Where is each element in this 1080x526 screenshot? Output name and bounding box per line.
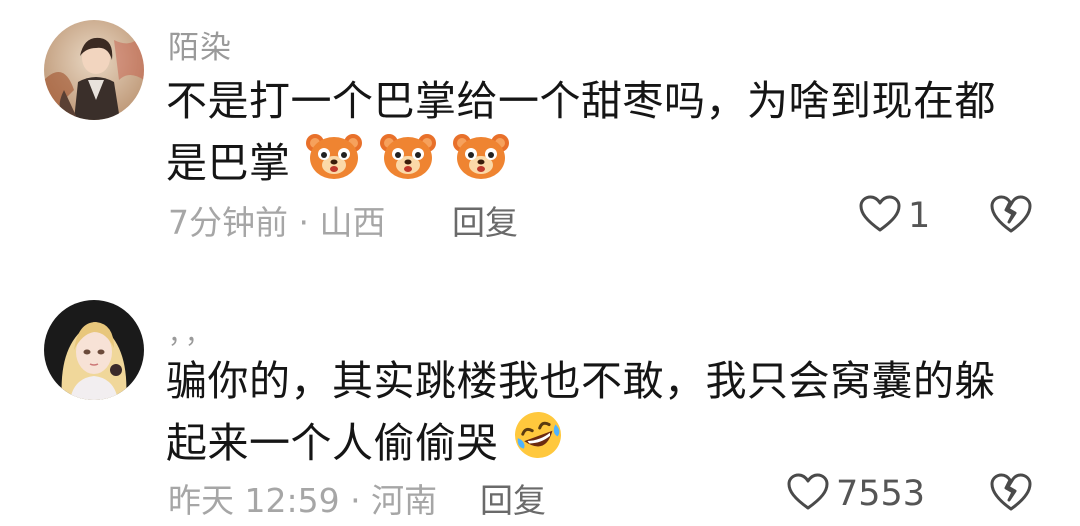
- bear-face-emoji: [378, 129, 438, 198]
- heart-icon: [858, 194, 902, 238]
- comment-time: 昨天 12:59: [168, 481, 340, 520]
- comment-time: 7分钟前: [168, 203, 288, 242]
- bear-face-emoji: [451, 129, 511, 198]
- dislike-button[interactable]: [988, 192, 1034, 240]
- comment-text: 不是打一个巴掌给一个甜枣吗，为啥到现在都是巴掌: [166, 70, 1026, 198]
- like-count: 7553: [836, 474, 926, 514]
- username[interactable]: ，，: [168, 314, 215, 351]
- meta-separator: ·: [350, 481, 361, 520]
- reply-button[interactable]: 回复: [452, 196, 518, 244]
- comment-location: 河南: [371, 481, 438, 520]
- like-button[interactable]: 1: [858, 194, 930, 238]
- comment-location: 山西: [319, 203, 386, 242]
- like-count: 1: [908, 196, 931, 236]
- heart-icon: [786, 472, 830, 516]
- like-button[interactable]: 7553: [786, 472, 925, 516]
- comment-text: 骗你的，其实跳楼我也不敢，我只会窝囊的躲起来一个人偷偷哭: [166, 350, 1026, 478]
- dislike-button[interactable]: [988, 470, 1034, 518]
- rolling-laughing-emoji: [512, 409, 564, 478]
- avatar[interactable]: [44, 300, 144, 400]
- bear-face-emoji: [304, 129, 364, 198]
- username[interactable]: 陌染: [168, 22, 232, 67]
- comment-item: 陌染 不是打一个巴掌给一个甜枣吗，为啥到现在都是巴掌 7分钟前 · 山西 回复 …: [0, 0, 1080, 262]
- avatar[interactable]: [44, 20, 144, 120]
- meta-separator: ·: [298, 203, 310, 242]
- comment-item: ，， 骗你的，其实跳楼我也不敢，我只会窝囊的躲起来一个人偷偷哭 昨天 12:59…: [0, 262, 1080, 526]
- comment-body: 骗你的，其实跳楼我也不敢，我只会窝囊的躲起来一个人偷偷哭: [166, 357, 996, 467]
- comment-body: 不是打一个巴掌给一个甜枣吗，为啥到现在都是巴掌: [166, 77, 996, 187]
- comment-meta: 7分钟前 · 山西 回复 1: [168, 192, 1048, 242]
- reply-button[interactable]: 回复: [480, 474, 546, 522]
- comment-meta: 昨天 12:59 · 河南 回复 7553: [168, 470, 1048, 520]
- broken-heart-icon: [988, 473, 1034, 518]
- broken-heart-icon: [988, 195, 1034, 240]
